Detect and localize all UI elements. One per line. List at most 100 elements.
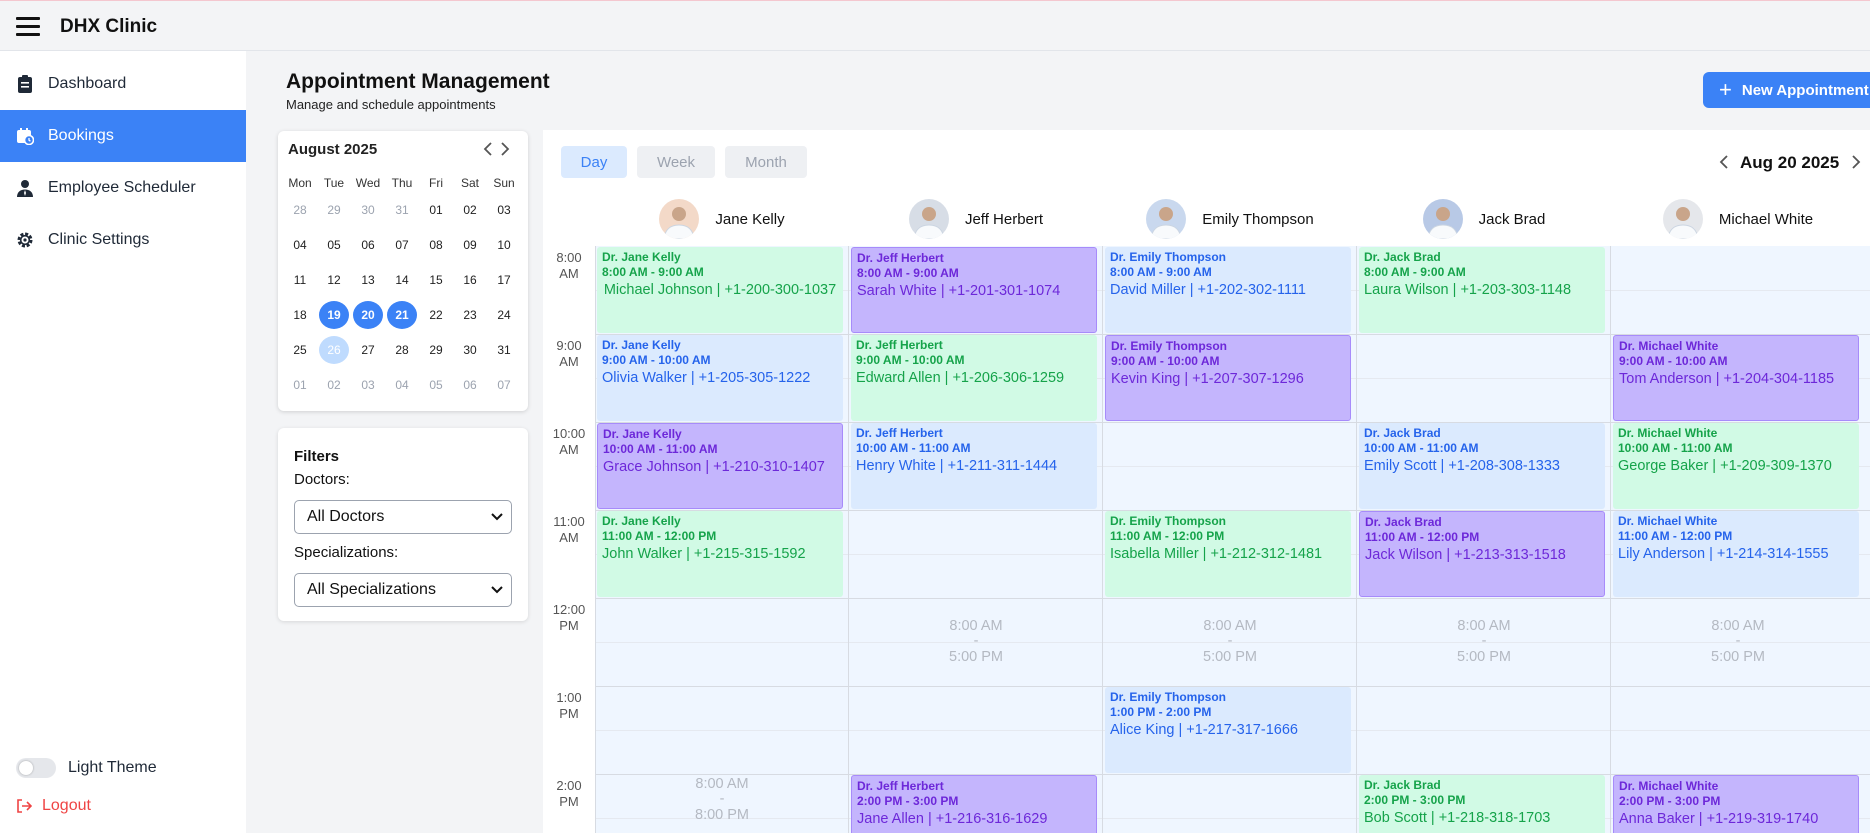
- logout-link[interactable]: Logout: [16, 797, 91, 815]
- event-time: 10:00 AM - 11:00 AM: [603, 442, 718, 456]
- calendar-day[interactable]: 14: [387, 266, 417, 294]
- mini-calendar-prev[interactable]: [480, 140, 496, 158]
- time-label: 10:00 AM: [543, 426, 595, 458]
- calendar-day[interactable]: 27: [353, 336, 383, 364]
- calendar-day[interactable]: 09: [455, 231, 485, 259]
- calendar-day[interactable]: 17: [489, 266, 519, 294]
- appointment-event[interactable]: Dr. Michael White 2:00 PM - 3:00 PM Anna B…: [1613, 775, 1859, 833]
- prev-date-button[interactable]: [1716, 153, 1732, 171]
- event-doctor: Dr. Jack Brad: [1364, 250, 1441, 264]
- calendar-day[interactable]: 25: [285, 336, 315, 364]
- appointment-event[interactable]: Dr. Michael White 10:00 AM - 11:00 AM Geor…: [1613, 423, 1859, 509]
- appointment-event[interactable]: Dr. Emily Thompson 1:00 PM - 2:00 PM Alice…: [1105, 687, 1351, 773]
- calendar-day[interactable]: 05: [319, 231, 349, 259]
- calendar-day[interactable]: 12: [319, 266, 349, 294]
- event-time: 9:00 AM - 10:00 AM: [856, 353, 965, 367]
- sidebar-item-bookings[interactable]: Bookings: [0, 110, 246, 162]
- doctor-header: Jeff Herbert: [849, 198, 1103, 240]
- calendar-day[interactable]: 16: [455, 266, 485, 294]
- calendar-day[interactable]: 01: [285, 371, 315, 399]
- appointment-event[interactable]: Dr. Jane Kelly 9:00 AM - 10:00 AM Olivia W…: [597, 335, 843, 421]
- event-patient: Anna Baker | +1-219-319-1740: [1619, 811, 1819, 827]
- calendar-day[interactable]: 29: [421, 336, 451, 364]
- working-hours-from: 8:00 AM: [1711, 618, 1765, 634]
- event-doctor: Dr. Jack Brad: [1364, 778, 1441, 792]
- working-hours-separator: -: [1481, 633, 1487, 649]
- event-patient: Jane Allen | +1-216-316-1629: [857, 811, 1048, 827]
- appointment-event[interactable]: Dr. Jane Kelly 8:00 AM - 9:00 AM Michael J…: [597, 247, 843, 333]
- calendar-day[interactable]: 02: [455, 196, 485, 224]
- sidebar-item-clinic-settings[interactable]: Clinic Settings: [0, 214, 246, 266]
- calendar-day[interactable]: 19: [319, 301, 349, 329]
- calendar-day[interactable]: 21: [387, 301, 417, 329]
- appointment-event[interactable]: Dr. Jeff Herbert 10:00 AM - 11:00 AM Henry…: [851, 423, 1097, 509]
- calendar-day[interactable]: 29: [319, 196, 349, 224]
- appointment-event[interactable]: Dr. Jane Kelly 10:00 AM - 11:00 AM Grace J…: [597, 423, 843, 509]
- calendar-day[interactable]: 18: [285, 301, 315, 329]
- calendar-day[interactable]: 08: [421, 231, 451, 259]
- appointment-event[interactable]: Dr. Jeff Herbert 9:00 AM - 10:00 AM Edward…: [851, 335, 1097, 421]
- appointment-event[interactable]: Dr. Emily Thompson 11:00 AM - 12:00 PM Isa…: [1105, 511, 1351, 597]
- calendar-day[interactable]: 04: [285, 231, 315, 259]
- calendar-day[interactable]: 30: [353, 196, 383, 224]
- appointment-event[interactable]: Dr. Michael White 9:00 AM - 10:00 AM Tom A…: [1613, 335, 1859, 421]
- next-date-button[interactable]: [1848, 153, 1864, 171]
- view-day-button[interactable]: Day: [561, 146, 627, 178]
- calendar-day[interactable]: 15: [421, 266, 451, 294]
- calendar-day[interactable]: 06: [455, 371, 485, 399]
- event-time: 8:00 AM - 9:00 AM: [602, 265, 704, 279]
- calendar-day[interactable]: 11: [285, 266, 315, 294]
- calendar-day[interactable]: 03: [489, 196, 519, 224]
- menu-icon[interactable]: [16, 17, 40, 37]
- sidebar-item-employee-scheduler[interactable]: Employee Scheduler: [0, 162, 246, 214]
- event-time: 8:00 AM - 9:00 AM: [1364, 265, 1466, 279]
- calendar-day[interactable]: 22: [421, 301, 451, 329]
- mini-calendar-next[interactable]: [497, 140, 513, 158]
- calendar-day[interactable]: 30: [455, 336, 485, 364]
- calendar-day[interactable]: 06: [353, 231, 383, 259]
- appointment-event[interactable]: Dr. Jack Brad 8:00 AM - 9:00 AM Laura Wils…: [1359, 247, 1605, 333]
- calendar-day[interactable]: 23: [455, 301, 485, 329]
- calendar-day[interactable]: 13: [353, 266, 383, 294]
- calendar-day[interactable]: 03: [353, 371, 383, 399]
- calendar-day[interactable]: 31: [387, 196, 417, 224]
- calendar-day[interactable]: 31: [489, 336, 519, 364]
- page-title: Appointment Management: [286, 70, 550, 93]
- appointment-event[interactable]: Dr. Jeff Herbert 2:00 PM - 3:00 PM Jane Al…: [851, 775, 1097, 833]
- event-doctor: Dr. Emily Thompson: [1110, 250, 1227, 264]
- appointment-event[interactable]: Dr. Jack Brad 2:00 PM - 3:00 PM Bob Scott …: [1359, 775, 1605, 833]
- appointment-event[interactable]: Dr. Jane Kelly 11:00 AM - 12:00 PM John Wa…: [597, 511, 843, 597]
- calendar-day[interactable]: 05: [421, 371, 451, 399]
- schedule-grid[interactable]: 8:00 AM 9:00 AM 10:00 AM 11:00 AM 12:00 PM 1:00 PM 2…: [543, 246, 1870, 833]
- chevron-left-icon: [483, 142, 492, 156]
- calendar-day[interactable]: 24: [489, 301, 519, 329]
- view-month-button[interactable]: Month: [725, 146, 807, 178]
- working-hours-to: 5:00 PM: [949, 649, 1003, 665]
- appointment-event[interactable]: Dr. Jeff Herbert 8:00 AM - 9:00 AM Sarah W…: [851, 247, 1097, 333]
- appointment-event[interactable]: Dr. Michael White 11:00 AM - 12:00 PM Lily…: [1613, 511, 1859, 597]
- calendar-day[interactable]: 04: [387, 371, 417, 399]
- chevron-left-icon: [1719, 155, 1728, 169]
- time-label-hour: 8:00: [556, 250, 582, 265]
- calendar-day[interactable]: 26: [319, 336, 349, 364]
- appointment-event[interactable]: Dr. Emily Thompson 8:00 AM - 9:00 AM David…: [1105, 247, 1351, 333]
- calendar-day[interactable]: 10: [489, 231, 519, 259]
- appointment-event[interactable]: Dr. Emily Thompson 9:00 AM - 10:00 AM Kevi…: [1105, 335, 1351, 421]
- sidebar-item-dashboard[interactable]: Dashboard: [0, 58, 246, 110]
- specializations-select[interactable]: All Specializations: [294, 573, 512, 607]
- doctors-select[interactable]: All Doctors: [294, 500, 512, 534]
- appointment-event[interactable]: Dr. Jack Brad 10:00 AM - 11:00 AM Emily Sc…: [1359, 423, 1605, 509]
- calendar-day[interactable]: 01: [421, 196, 451, 224]
- calendar-day[interactable]: 20: [353, 301, 383, 329]
- new-appointment-button[interactable]: + New Appointment: [1703, 72, 1870, 108]
- calendar-day[interactable]: 02: [319, 371, 349, 399]
- working-hours-separator: -: [719, 791, 725, 808]
- time-label-hour: 12:00: [552, 602, 586, 617]
- view-week-button[interactable]: Week: [637, 146, 715, 178]
- theme-toggle[interactable]: [16, 758, 56, 778]
- calendar-day[interactable]: 07: [489, 371, 519, 399]
- appointment-event[interactable]: Dr. Jack Brad 11:00 AM - 12:00 PM Jack Wil…: [1359, 511, 1605, 597]
- calendar-day[interactable]: 07: [387, 231, 417, 259]
- calendar-day[interactable]: 28: [387, 336, 417, 364]
- calendar-day[interactable]: 28: [285, 196, 315, 224]
